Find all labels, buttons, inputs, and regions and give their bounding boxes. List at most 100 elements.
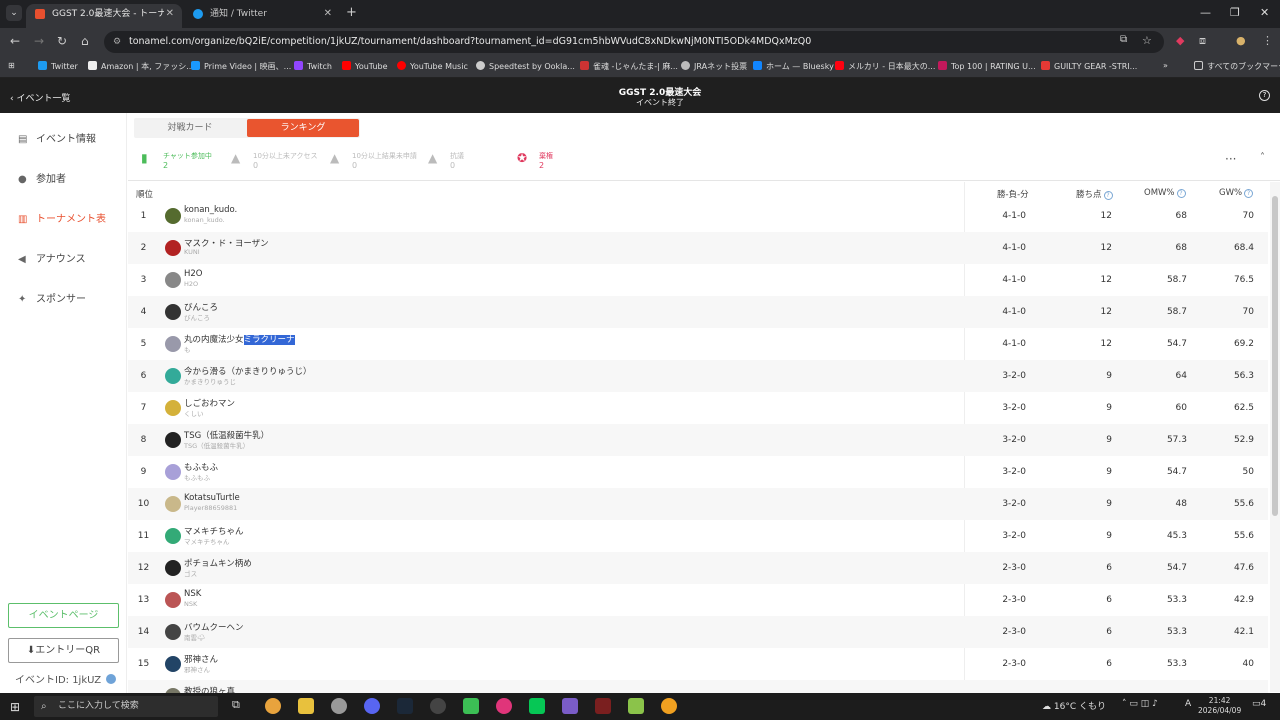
extensions-puzzle-icon[interactable]: ⧈ xyxy=(1199,34,1206,48)
table-row[interactable]: 12 ポチョムキン柄め ゴス 2-3-0 6 54.7 47.6 xyxy=(128,552,1268,584)
profile-avatar[interactable]: ● xyxy=(1236,34,1246,47)
sidebar-item-participants[interactable]: ● 参加者 xyxy=(18,170,66,185)
tab-match-cards[interactable]: 対戦カード xyxy=(134,118,246,138)
bookmark-youtube-music[interactable]: YouTube Music xyxy=(397,61,468,71)
info-icon[interactable]: ? xyxy=(1176,189,1186,198)
sidebar-item-announce[interactable]: ◀ アナウンス xyxy=(18,250,86,265)
bookmark-speedtest[interactable]: Speedtest by Ookla... xyxy=(476,61,575,71)
line-icon[interactable] xyxy=(529,698,545,714)
sidebar-item-bracket[interactable]: ▥ トーナメント表 xyxy=(18,210,106,225)
reload-icon[interactable]: ↻ xyxy=(57,34,67,48)
bookmark-amazon[interactable]: Amazon | 本, ファッシ... xyxy=(88,61,194,72)
player-name[interactable]: konan_kudo. xyxy=(184,205,237,215)
app-icon[interactable] xyxy=(331,698,347,714)
forward-icon[interactable]: → xyxy=(34,34,44,48)
task-view-icon[interactable]: ⧉ xyxy=(232,698,248,714)
info-icon[interactable]: ? xyxy=(1103,191,1113,200)
bookmark-prime[interactable]: Prime Video | 映画、... xyxy=(191,61,291,72)
player-name[interactable]: H2O xyxy=(184,269,203,279)
col-points[interactable]: 勝ち点? xyxy=(1076,188,1113,200)
table-row[interactable]: 13 NSK NSK 2-3-0 6 53.3 42.9 xyxy=(128,584,1268,616)
close-tab-icon[interactable]: ✕ xyxy=(166,4,174,24)
stat-protest[interactable]: ▲ 抗議 0 xyxy=(428,152,464,170)
tray-icons[interactable]: ˄ ▭ ◫ ♪ xyxy=(1122,699,1158,709)
back-icon[interactable]: ← xyxy=(10,34,20,48)
bookmark-star-icon[interactable]: ☆ xyxy=(1142,34,1152,47)
game-icon[interactable] xyxy=(595,698,611,714)
stat-withdraw[interactable]: ✪ 棄権 2 xyxy=(517,152,553,170)
steam-icon[interactable] xyxy=(397,698,413,714)
more-options-icon[interactable]: ··· xyxy=(1225,152,1236,166)
table-row[interactable]: 11 マメキチちゃん マメキチちゃん 3-2-0 9 45.3 55.6 xyxy=(128,520,1268,552)
taskbar-search[interactable]: ⌕ ここに入力して検索 xyxy=(34,696,218,717)
notification-icon[interactable]: ▭4 xyxy=(1252,699,1266,709)
table-row[interactable]: 7 しごおわマン くしい 3-2-0 9 60 62.5 xyxy=(128,392,1268,424)
collapse-icon[interactable]: ˄ xyxy=(1260,152,1265,163)
info-icon[interactable]: ? xyxy=(1244,189,1254,198)
table-row[interactable]: 9 もふもふ もふもふ 3-2-0 9 54.7 50 xyxy=(128,456,1268,488)
tab-search-button[interactable]: ⌄ xyxy=(6,5,22,21)
table-row[interactable]: 3 H2O H2O 4-1-0 12 58.7 76.5 xyxy=(128,264,1268,296)
site-info-icon[interactable]: ⚙ xyxy=(113,31,121,53)
stat-chat[interactable]: ▮ チャット参加中 2 xyxy=(141,152,212,170)
explorer-icon[interactable] xyxy=(298,698,314,714)
sidebar-item-event-info[interactable]: ▤ イベント情報 xyxy=(18,130,96,145)
table-row[interactable]: 10 KotatsuTurtle Player88659881 3-2-0 9 48 55.… xyxy=(128,488,1268,520)
clock[interactable]: 21:42 2026/04/09 xyxy=(1198,696,1241,716)
bookmark-rating[interactable]: Top 100 | RATING U... xyxy=(938,61,1036,71)
close-window-icon[interactable]: ✕ xyxy=(1260,6,1269,19)
bookmark-twitter[interactable]: Twitter xyxy=(38,61,78,71)
bookmark-jra[interactable]: JRAネット投票 xyxy=(681,61,747,72)
app-icon[interactable] xyxy=(463,698,479,714)
table-row[interactable]: 2 マスク・ド・ヨーザン KUNI 4-1-0 12 68 68.4 xyxy=(128,232,1268,264)
discord-icon[interactable] xyxy=(364,698,380,714)
bookmark-bluesky[interactable]: ホーム — Bluesky xyxy=(753,61,834,72)
bookmark-mercari[interactable]: メルカリ - 日本最大の... xyxy=(835,61,935,72)
install-app-icon[interactable]: ⧉ xyxy=(1120,34,1127,45)
tab-ranking[interactable]: ランキング xyxy=(247,119,359,137)
close-tab-icon[interactable]: ✕ xyxy=(324,4,332,24)
weather-widget[interactable]: ☁ 16°C くもり xyxy=(1042,699,1106,712)
all-bookmarks[interactable]: すべてのブックマーク xyxy=(1194,61,1280,72)
app-icon[interactable] xyxy=(562,698,578,714)
browser-tab-twitter[interactable]: 通知 / Twitter ✕ xyxy=(184,4,340,28)
apps-grid-icon[interactable]: ⊞ xyxy=(8,61,15,70)
table-row[interactable]: 15 邪神さん 邪神さん 2-3-0 6 53.3 40 xyxy=(128,648,1268,680)
table-row[interactable]: 5 丸の内魔法少女ミラクリーナも 4-1-0 12 54.7 69.2 xyxy=(128,328,1268,360)
player-name[interactable]: 丸の内魔法少女ミラクリーナ xyxy=(184,333,295,345)
obs-icon[interactable] xyxy=(430,698,446,714)
restore-icon[interactable]: ❐ xyxy=(1230,6,1240,19)
col-gw[interactable]: GW%? xyxy=(1219,188,1254,198)
home-icon[interactable]: ⌂ xyxy=(81,34,89,48)
bookmark-mahjong[interactable]: 雀魂 -じゃんたま-| 麻... xyxy=(580,61,678,72)
table-row[interactable]: 6 今から滑る（かまきりりゅうじ） かまきりりゅうじ 3-2-0 9 64 56.3 xyxy=(128,360,1268,392)
bookmark-twitch[interactable]: Twitch xyxy=(294,61,332,71)
ime-indicator[interactable]: A xyxy=(1185,699,1191,709)
player-name[interactable]: NSK xyxy=(184,589,201,599)
stat-no-access[interactable]: ▲ 10分以上未アクセス 0 xyxy=(231,152,318,170)
app-icon[interactable] xyxy=(496,698,512,714)
app-icon[interactable] xyxy=(661,698,677,714)
bookmark-guilty-gear[interactable]: GUILTY GEAR -STRI... xyxy=(1041,61,1137,71)
help-icon[interactable]: ? xyxy=(1259,90,1270,101)
browser-menu-icon[interactable]: ⋮ xyxy=(1262,34,1273,47)
event-page-button[interactable]: イベントページ xyxy=(8,603,119,628)
browser-tab-active[interactable]: GGST 2.0最速大会 - トーナメント表 ✕ xyxy=(26,4,182,28)
table-row[interactable]: 1 konan_kudo. konan_kudo. 4-1-0 12 68 70 xyxy=(128,200,1268,232)
new-tab-icon[interactable]: + xyxy=(346,5,357,20)
extension-icon[interactable]: ◆ xyxy=(1176,34,1184,47)
table-row[interactable]: 8 TSG（低温殺菌牛乳） TSG（低温殺菌牛乳） 3-2-0 9 57.3 52.9 xyxy=(128,424,1268,456)
bookmark-youtube[interactable]: YouTube xyxy=(342,61,388,71)
stat-no-result[interactable]: ▲ 10分以上結果未申請 0 xyxy=(330,152,417,170)
table-row[interactable]: 14 バウムクーヘン 南雲🌩 2-3-0 6 53.3 42.1 xyxy=(128,616,1268,648)
chrome-icon[interactable] xyxy=(265,698,281,714)
entry-qr-button[interactable]: ⬇エントリーQR xyxy=(8,638,119,663)
player-name[interactable]: KotatsuTurtle xyxy=(184,493,240,503)
col-omw[interactable]: OMW%? xyxy=(1144,188,1186,198)
sidebar-item-sponsor[interactable]: ✦ スポンサー xyxy=(18,290,86,305)
minimize-icon[interactable]: — xyxy=(1200,6,1211,19)
app-icon[interactable] xyxy=(628,698,644,714)
scrollbar-thumb[interactable] xyxy=(1272,196,1278,516)
address-bar[interactable]: ⚙ tonamel.com/organize/bQ2iE/competition… xyxy=(104,31,1164,53)
copy-icon[interactable] xyxy=(106,674,117,684)
